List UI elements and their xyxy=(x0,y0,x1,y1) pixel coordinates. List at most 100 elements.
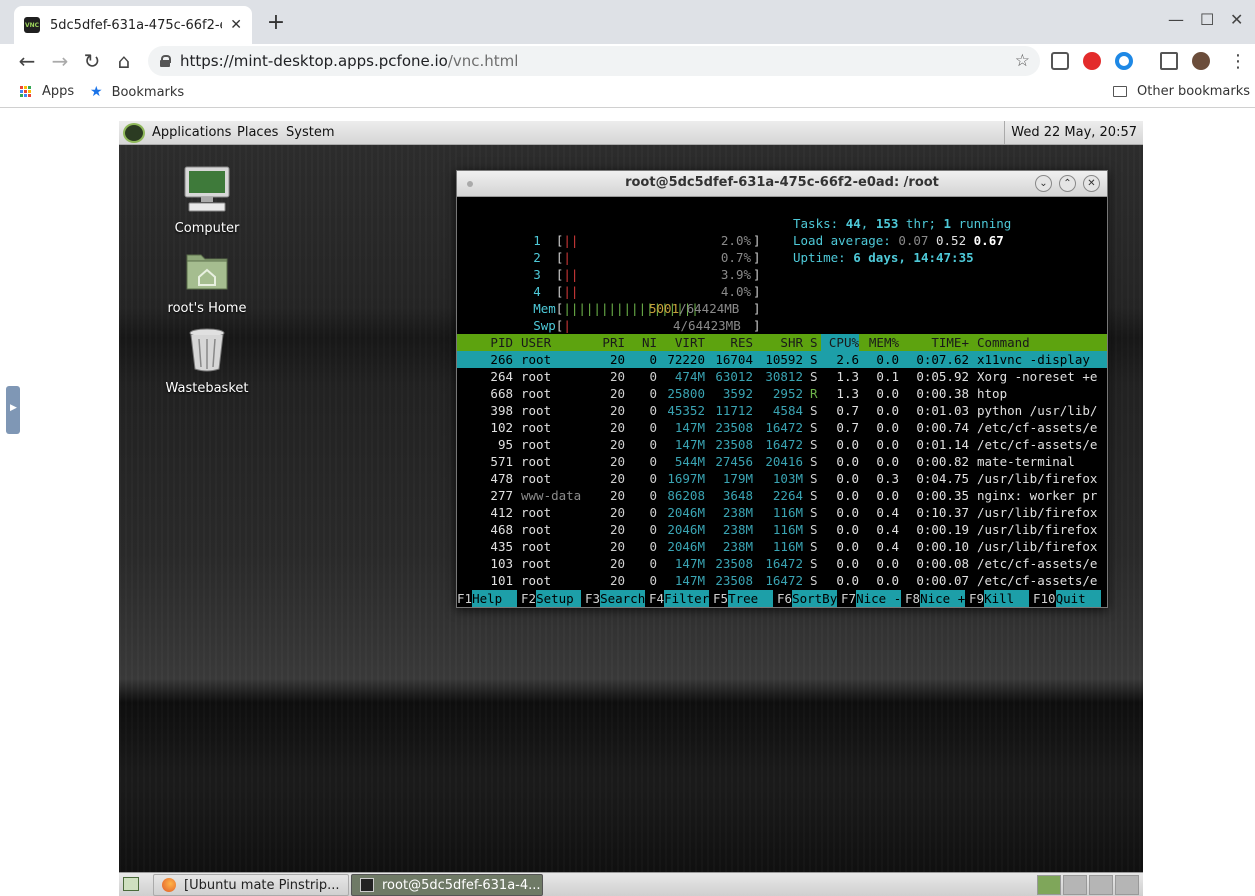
process-cell-pri: 20 xyxy=(609,403,625,418)
maximize-icon[interactable]: ⌃ xyxy=(1059,175,1076,192)
close-icon[interactable]: ✕ xyxy=(1083,175,1100,192)
terminal-window[interactable]: root@5dc5dfef-631a-475c-66f2-e0ad: /root… xyxy=(456,170,1108,608)
cast-icon[interactable] xyxy=(1160,52,1178,70)
home-button[interactable]: ⌂ xyxy=(111,48,137,74)
desktop-icon-computer[interactable]: Computer xyxy=(157,165,257,236)
process-cell-user: root xyxy=(521,454,552,469)
other-bookmarks[interactable]: Other bookmarks xyxy=(1113,84,1250,99)
extension-icon[interactable] xyxy=(1051,52,1069,70)
minimize-icon[interactable]: ⌄ xyxy=(1035,175,1052,192)
bookmark-star-icon[interactable]: ☆ xyxy=(1015,51,1030,71)
fkey-f3[interactable]: F3Search xyxy=(585,590,646,607)
desktop-icon-home[interactable]: root's Home xyxy=(157,245,257,316)
process-row[interactable]: 571 root 20 0 544M 27456 20416 S 0.0 0.0 0:00.82 ma… xyxy=(457,453,1107,470)
process-cell-pri: 20 xyxy=(609,471,625,486)
process-cell-mem: 0.0 xyxy=(876,488,899,503)
process-cell-mem: 0.0 xyxy=(876,420,899,435)
process-cell-time: 0:10.37 xyxy=(916,505,969,520)
process-row[interactable]: 412 root 20 0 2046M 238M 116M S 0.0 0.4 0:10.37/us… xyxy=(457,504,1107,521)
process-cell-ni: 0 xyxy=(649,386,657,401)
process-row[interactable]: 101 root 20 0 147M 23508 16472 S 0.0 0.0 0:00.07/e… xyxy=(457,572,1107,589)
process-row[interactable]: 266 root 20 0 72220 16704 10592 S 2.6 0.0 0:07.62 x… xyxy=(457,351,1107,368)
workspace-2[interactable] xyxy=(1063,875,1087,895)
apps-bookmark[interactable]: Apps xyxy=(20,84,74,99)
profile-avatar[interactable] xyxy=(1192,52,1210,70)
process-cell-mem: 0.3 xyxy=(876,471,899,486)
process-cell-pid: 435 xyxy=(490,539,513,554)
process-row[interactable]: 478 root 20 0 1697M 179M 103M S 0.0 0.3 0:04.75/us… xyxy=(457,470,1107,487)
fkey-f10[interactable]: F10Quit xyxy=(1033,590,1101,607)
process-cell-cmd: /usr/lib/firefox xyxy=(977,522,1098,537)
back-button[interactable]: ← xyxy=(14,48,40,74)
fkey-f9[interactable]: F9Kill xyxy=(969,590,1030,607)
process-row[interactable]: 435 root 20 0 2046M 238M 116M S 0.0 0.4 0:00.10/us… xyxy=(457,538,1107,555)
workspace-1[interactable] xyxy=(1037,875,1061,895)
taskbar-item-terminal[interactable]: root@5dc5dfef-631a-4... xyxy=(351,874,543,896)
workspace-4[interactable] xyxy=(1115,875,1139,895)
opera-extension-icon[interactable] xyxy=(1083,52,1101,70)
chrome-menu-icon[interactable]: ⋮ xyxy=(1225,48,1251,74)
process-row[interactable]: 264 root 20 0 474M 63012 30812 S 1.3 0.1 0:05.92 Xo… xyxy=(457,368,1107,385)
process-cell-time: 0:00.10 xyxy=(916,539,969,554)
process-cell-time: 0:00.35 xyxy=(916,488,969,503)
address-bar[interactable]: https://mint-desktop.apps.pcfone.io/vnc.… xyxy=(148,46,1040,76)
process-cell-user: root xyxy=(521,352,552,367)
remote-desktop[interactable]: Applications Places System Wed 22 May, 2… xyxy=(119,121,1143,896)
fkey-f1[interactable]: F1Help xyxy=(457,590,518,607)
process-cell-pri: 20 xyxy=(609,573,625,588)
fkey-f6[interactable]: F6SortBy xyxy=(777,590,838,607)
fkey-f8[interactable]: F8Nice + xyxy=(905,590,966,607)
show-desktop-icon[interactable] xyxy=(123,877,139,891)
process-cell-pri: 20 xyxy=(609,539,625,554)
process-table-header[interactable]: PID USER PRI NI VIRT RES SHR S CPU% MEM%… xyxy=(457,334,1107,351)
process-cell-user: root xyxy=(521,437,552,452)
process-cell-cmd: /etc/cf-assets/e xyxy=(977,556,1098,571)
process-cell-virt: 147M xyxy=(674,437,705,452)
process-cell-cpu: 0.0 xyxy=(836,488,859,503)
top-panel: Applications Places System Wed 22 May, 2… xyxy=(119,121,1143,145)
process-cell-mem: 0.4 xyxy=(876,505,899,520)
panel-clock[interactable]: Wed 22 May, 20:57 xyxy=(1004,121,1143,145)
bookmarks-bookmark[interactable]: ★ Bookmarks xyxy=(90,84,184,100)
process-row[interactable]: 398 root 20 0 45352 11712 4584 S 0.7 0.0 0:01.03 py… xyxy=(457,402,1107,419)
process-row[interactable]: 102 root 20 0 147M 23508 16472 S 0.7 0.0 0:00.74/e… xyxy=(457,419,1107,436)
novnc-control-handle[interactable]: ▶ xyxy=(6,386,20,434)
blue-extension-icon[interactable] xyxy=(1115,52,1133,70)
menu-places[interactable]: Places xyxy=(237,125,278,140)
htop-output[interactable]: 1 [|| 2.0%] 2 [| 0.7%] 3 [|| 3.9%] 4 [|| 4.0… xyxy=(457,197,1107,607)
process-cell-user: root xyxy=(521,539,552,554)
workspace-3[interactable] xyxy=(1089,875,1113,895)
mate-logo-icon[interactable] xyxy=(123,123,145,143)
process-cell-ni: 0 xyxy=(649,471,657,486)
fkey-f7[interactable]: F7Nice - xyxy=(841,590,902,607)
function-key-bar: F1Help F2Setup F3Search F4Filter F5Tree F6… xyxy=(457,590,1107,607)
close-window-button[interactable]: ✕ xyxy=(1230,10,1243,29)
process-cell-pid: 571 xyxy=(490,454,513,469)
fkey-f4[interactable]: F4Filter xyxy=(649,590,710,607)
process-row[interactable]: 668 root 20 0 25800 3592 2952 R 1.3 0.0 0:00.38 hto… xyxy=(457,385,1107,402)
process-row[interactable]: 277 www-data 20 0 86208 3648 2264 S 0.0 0.0 0:00.3… xyxy=(457,487,1107,504)
reload-button[interactable]: ↻ xyxy=(79,48,105,74)
fkey-f2[interactable]: F2Setup xyxy=(521,590,582,607)
process-row[interactable]: 103 root 20 0 147M 23508 16472 S 0.0 0.0 0:00.08/e… xyxy=(457,555,1107,572)
process-row[interactable]: 95 root 20 0 147M 23508 16472 S 0.0 0.0 0:01.14/et… xyxy=(457,436,1107,453)
process-cell-cpu: 2.6 xyxy=(836,352,859,367)
process-cell-virt: 45352 xyxy=(667,403,705,418)
new-tab-button[interactable]: + xyxy=(264,10,288,35)
minimize-button[interactable]: — xyxy=(1168,10,1184,29)
terminal-titlebar[interactable]: root@5dc5dfef-631a-475c-66f2-e0ad: /root… xyxy=(457,171,1107,197)
tab-close-icon[interactable]: ✕ xyxy=(230,17,242,33)
forward-button[interactable]: → xyxy=(47,48,73,74)
maximize-button[interactable]: ☐ xyxy=(1200,10,1214,29)
process-cell-virt: 474M xyxy=(674,369,705,384)
process-row[interactable]: 468 root 20 0 2046M 238M 116M S 0.0 0.4 0:00.19/us… xyxy=(457,521,1107,538)
menu-system[interactable]: System xyxy=(286,125,334,140)
browser-tab[interactable]: VNC 5dc5dfef-631a-475c-66f2-e0ad ✕ xyxy=(14,6,252,44)
menu-applications[interactable]: Applications xyxy=(152,125,231,140)
fkey-f5[interactable]: F5Tree xyxy=(713,590,774,607)
tasks-summary: Tasks: 44, 153 thr; 1 running xyxy=(793,216,1012,231)
desktop-icon-wastebasket[interactable]: Wastebasket xyxy=(157,327,257,396)
taskbar-item-firefox[interactable]: [Ubuntu mate Pinstrip... xyxy=(153,874,349,896)
process-cell-time: 0:00.38 xyxy=(916,386,969,401)
star-icon: ★ xyxy=(90,84,103,100)
